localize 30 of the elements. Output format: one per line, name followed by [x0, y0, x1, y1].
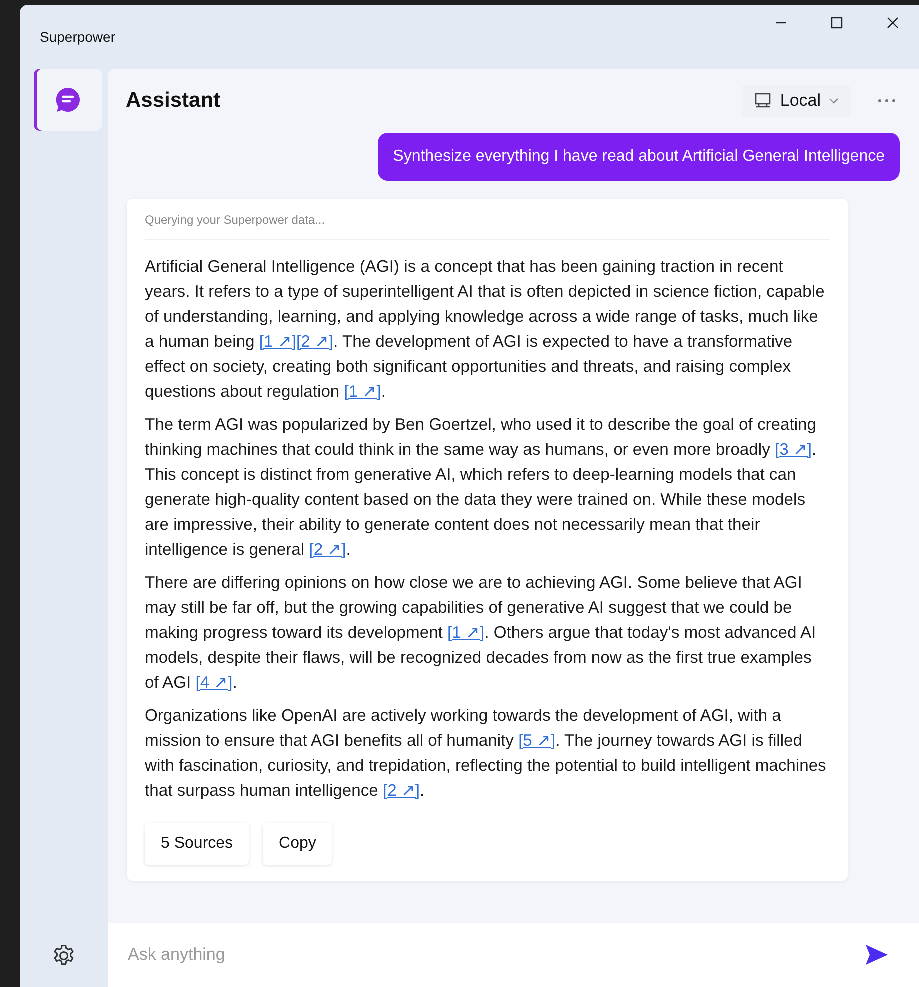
- citation-link[interactable]: [3 ↗]: [774, 440, 812, 459]
- window-title: Superpower: [40, 29, 116, 45]
- user-message: Synthesize everything I have read about Artificial General Intelligence: [378, 133, 900, 181]
- answer-paragraph: Artificial General Intelligence (AGI) is a concept that has been gaining traction in recent years. It refers to a type of superintelligent AI that is often depicted in science fiction, capable of understanding, learning, and applying knowledge across a wide range of tasks, much like a human being [1 ↗][2 ↗]. The development of AGI is expected to have a transformative effect on society, creating both significant opportunities and threats, and raising complex questions about regulation [1 ↗].: [145, 256, 826, 403]
- send-icon[interactable]: [865, 944, 889, 966]
- answer-paragraph: The term AGI was popularized by Ben Goertzel, who used it to describe the goal of creating thinking machines that could think in the same way as humans, or even more broadly [3 ↗]. This concept is distinct from generative AI, which refers to deep-learning models that can generate high-quality content based on the data they were trained on. While these models are impressive, their ability to generate content does not necessarily mean that their intelligence is general [2 ↗].: [145, 414, 818, 561]
- citation-link[interactable]: [2 ↗]: [309, 540, 346, 559]
- close-icon[interactable]: [887, 17, 899, 29]
- chat-nav-item[interactable]: [34, 69, 102, 131]
- sources-button[interactable]: 5 Sources: [145, 823, 250, 865]
- citation-link[interactable]: [5 ↗]: [518, 731, 556, 750]
- citation-link[interactable]: [1 ↗]: [259, 332, 296, 351]
- chat-bubble-icon: [54, 86, 82, 114]
- answer-paragraph: Organizations like OpenAI are actively working towards the development of AGI, with a mission to ensure that AGI benefits all of humanity [5 ↗]. The journey towards AGI is filled with fascination, curiosity, and trepidation, reflecting the potential to build intelligent machines that surpass human intelligence [2 ↗].: [145, 705, 828, 802]
- citation-link[interactable]: [1 ↗]: [448, 623, 485, 642]
- input-bar[interactable]: Ask anything: [108, 923, 919, 987]
- citation-link[interactable]: [1 ↗]: [344, 382, 382, 401]
- chevron-down-icon: [829, 96, 839, 106]
- monitor-icon: [754, 92, 772, 110]
- model-dropdown[interactable]: Local: [742, 85, 851, 117]
- answer-paragraph: There are differing opinions on how close we are to achieving AGI. Some believe that AGI may still be far off, but the growing capabilities of generative AI suggest that we could be making progress toward its development [1 ↗]. Others argue that today's most advanced AI models, despite their flaws, will be recognized decades from now as the first true examples of AGI [4 ↗].: [145, 572, 818, 694]
- citation-link[interactable]: [2 ↗]: [296, 332, 334, 351]
- maximize-icon[interactable]: [831, 17, 843, 29]
- citation-link[interactable]: [4 ↗]: [196, 673, 233, 692]
- page-title: Assistant: [126, 89, 222, 113]
- more-icon[interactable]: [877, 98, 897, 104]
- copy-button[interactable]: Copy: [263, 823, 332, 865]
- citation-link[interactable]: [2 ↗]: [382, 781, 420, 800]
- ask-field[interactable]: Ask anything: [126, 944, 865, 966]
- status-text: Querying your Superpower data...: [145, 213, 830, 240]
